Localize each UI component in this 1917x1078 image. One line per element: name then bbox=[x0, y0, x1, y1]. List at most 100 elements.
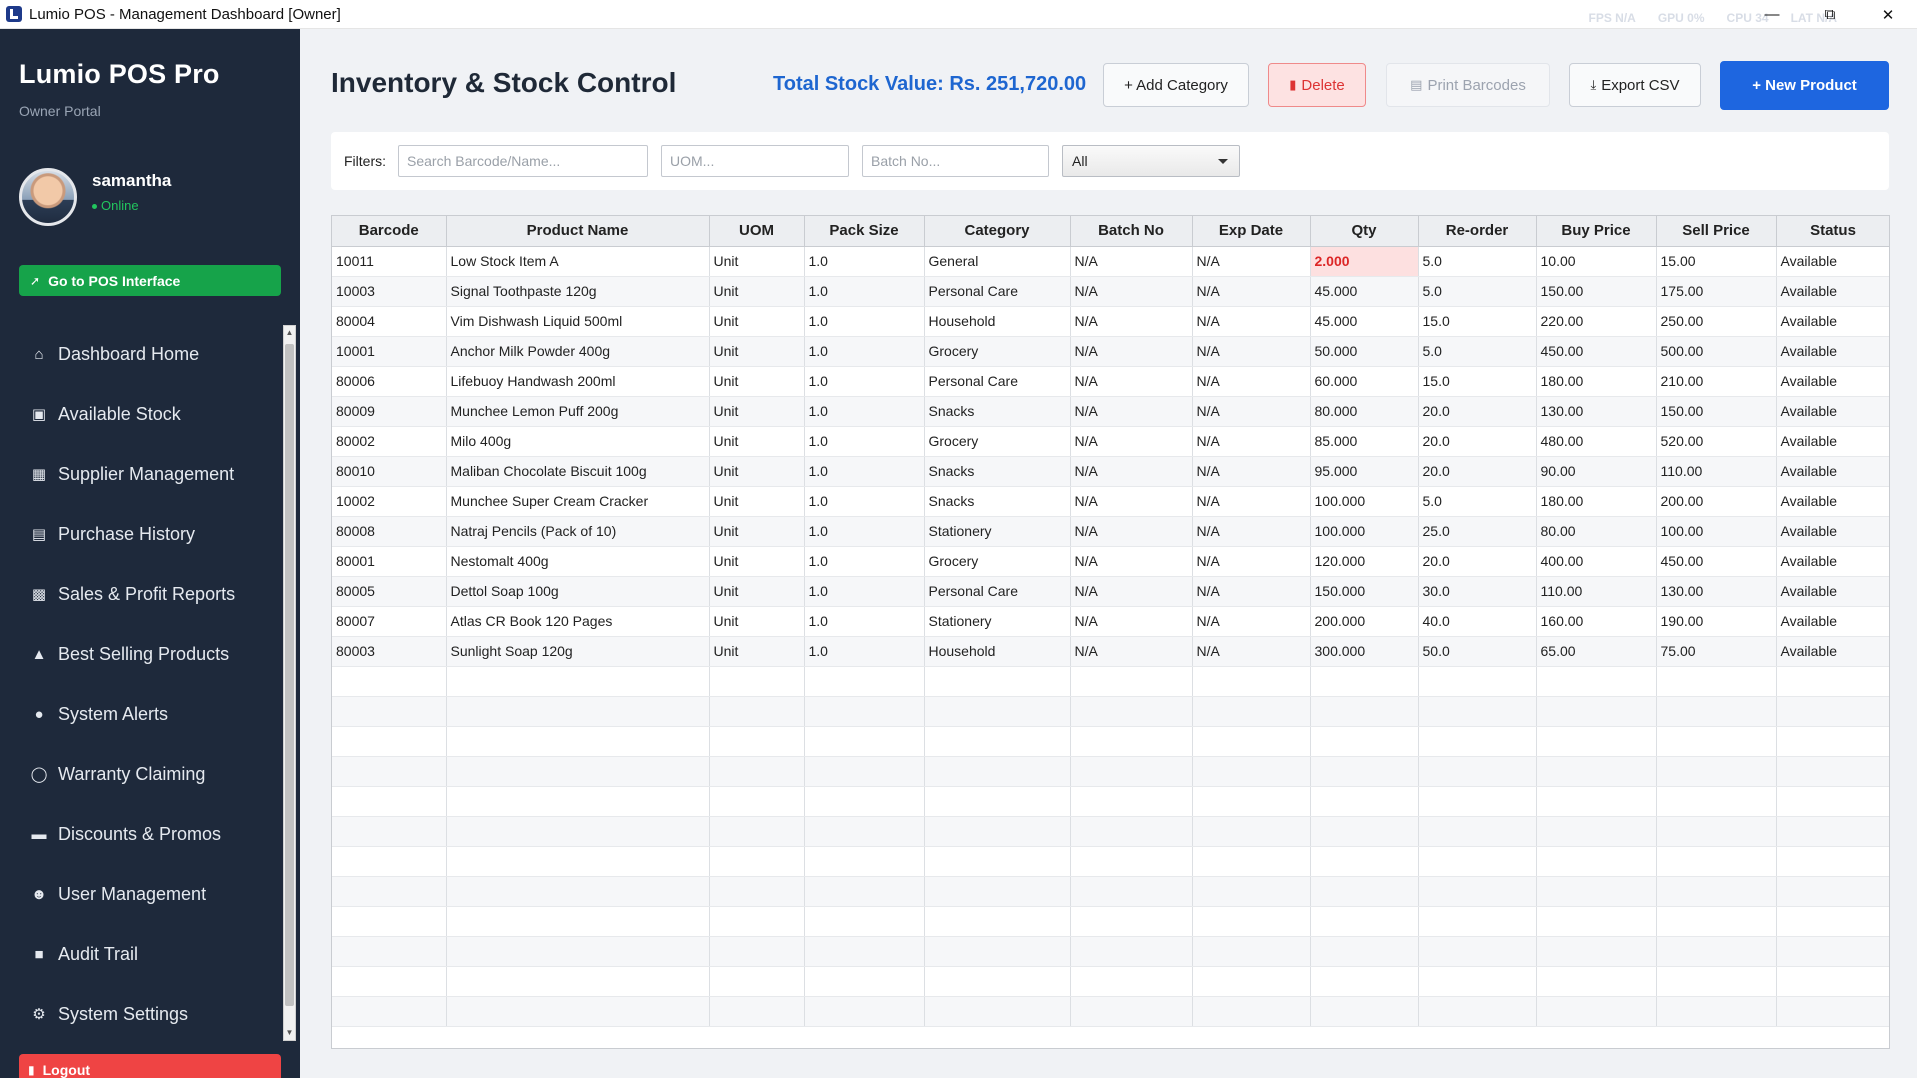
sidebar-item-dashboard-home[interactable]: ⌂ Dashboard Home bbox=[0, 324, 282, 384]
table-cell bbox=[1656, 666, 1777, 697]
table-row[interactable]: 80004 Vim Dishwash Liquid 500ml Unit 1.0 Hou… bbox=[332, 306, 1889, 337]
table-cell bbox=[804, 816, 925, 847]
sidebar-item-discounts-promos[interactable]: ▬ Discounts & Promos bbox=[0, 804, 282, 864]
table-cell bbox=[804, 846, 925, 877]
print-barcodes-button[interactable]: ▤ Print Barcodes bbox=[1386, 63, 1550, 107]
table-row[interactable]: 80009 Munchee Lemon Puff 200g Unit 1.0 Snack… bbox=[332, 396, 1889, 427]
new-product-button[interactable]: + New Product bbox=[1720, 61, 1889, 110]
table-row[interactable]: 80002 Milo 400g Unit 1.0 Grocery N/A N/A 85.000… bbox=[332, 426, 1889, 457]
column-header-reorder[interactable]: Re-order bbox=[1418, 216, 1537, 247]
table-cell: 5.0 bbox=[1418, 336, 1537, 367]
column-header-status[interactable]: Status bbox=[1776, 216, 1889, 247]
restore-button[interactable]: ⧉ bbox=[1801, 0, 1859, 29]
table-row[interactable]: 80008 Natraj Pencils (Pack of 10) Unit 1.0 S… bbox=[332, 516, 1889, 547]
table-cell: 190.00 bbox=[1656, 606, 1777, 637]
table-cell: 45.000 bbox=[1310, 276, 1419, 307]
sidebar-item-system-settings[interactable]: ⚙ System Settings bbox=[0, 984, 282, 1044]
column-header-exp-date[interactable]: Exp Date bbox=[1192, 216, 1311, 247]
table-cell: 150.000 bbox=[1310, 576, 1419, 607]
table-row[interactable]: 80007 Atlas CR Book 120 Pages Unit 1.0 Stati… bbox=[332, 606, 1889, 637]
sidebar-item-audit-trail[interactable]: ■ Audit Trail bbox=[0, 924, 282, 984]
table-cell: 65.00 bbox=[1536, 636, 1657, 667]
users-icon: ☻ bbox=[31, 885, 47, 903]
table-cell bbox=[446, 756, 710, 787]
table-cell: Anchor Milk Powder 400g bbox=[446, 336, 710, 367]
column-header-batch-no[interactable]: Batch No bbox=[1070, 216, 1193, 247]
table-cell: Available bbox=[1776, 576, 1889, 607]
column-header-buy-price[interactable]: Buy Price bbox=[1536, 216, 1657, 247]
table-cell bbox=[804, 936, 925, 967]
table-cell bbox=[1536, 936, 1657, 967]
table-cell: 300.000 bbox=[1310, 636, 1419, 667]
go-to-pos-label: Go to POS Interface bbox=[48, 272, 181, 289]
sidebar-item-user-management[interactable]: ☻ User Management bbox=[0, 864, 282, 924]
table-cell: Natraj Pencils (Pack of 10) bbox=[446, 516, 710, 547]
trophy-icon: ▲ bbox=[31, 645, 47, 663]
uom-filter-input[interactable] bbox=[661, 145, 849, 177]
user-name: samantha bbox=[92, 171, 172, 190]
add-category-button[interactable]: + Add Category bbox=[1103, 63, 1249, 107]
table-row[interactable]: 80010 Maliban Chocolate Biscuit 100g Unit 1… bbox=[332, 456, 1889, 487]
table-cell: Unit bbox=[709, 276, 805, 307]
sidebar-item-purchase-history[interactable]: ▤ Purchase History bbox=[0, 504, 282, 564]
column-header-category[interactable]: Category bbox=[924, 216, 1071, 247]
table-row[interactable]: 80003 Sunlight Soap 120g Unit 1.0 Household N… bbox=[332, 636, 1889, 667]
close-button[interactable]: ✕ bbox=[1859, 0, 1917, 29]
logout-button[interactable]: ▮ Logout bbox=[19, 1054, 281, 1078]
batch-filter-input[interactable] bbox=[862, 145, 1049, 177]
table-cell bbox=[924, 726, 1071, 757]
scroll-down-icon[interactable]: ▼ bbox=[284, 1026, 295, 1040]
table-cell: 5.0 bbox=[1418, 246, 1537, 277]
table-cell: 1.0 bbox=[804, 546, 925, 577]
export-csv-button[interactable]: ⤓ Export CSV bbox=[1569, 63, 1701, 107]
scroll-up-icon[interactable]: ▲ bbox=[284, 326, 295, 340]
table-row[interactable]: 10011 Low Stock Item A Unit 1.0 General N/A N/… bbox=[332, 246, 1889, 277]
sidebar-item-available-stock[interactable]: ▣ Available Stock bbox=[0, 384, 282, 444]
empty-table-row bbox=[332, 846, 1889, 877]
table-cell bbox=[1776, 696, 1889, 727]
table-cell: N/A bbox=[1070, 456, 1193, 487]
table-row[interactable]: 10001 Anchor Milk Powder 400g Unit 1.0 Groce… bbox=[332, 336, 1889, 367]
table-row[interactable]: 10002 Munchee Super Cream Cracker Unit 1.0 S… bbox=[332, 486, 1889, 517]
table-cell: 1.0 bbox=[804, 246, 925, 277]
table-row[interactable]: 10003 Signal Toothpaste 120g Unit 1.0 Person… bbox=[332, 276, 1889, 307]
table-cell: N/A bbox=[1070, 366, 1193, 397]
empty-table-row bbox=[332, 666, 1889, 697]
table-cell: N/A bbox=[1070, 306, 1193, 337]
minimize-button[interactable]: — bbox=[1743, 0, 1801, 29]
filter-bar: Filters: All bbox=[331, 132, 1889, 190]
sidebar-item-best-selling-products[interactable]: ▲ Best Selling Products bbox=[0, 624, 282, 684]
search-input[interactable] bbox=[398, 145, 648, 177]
table-cell bbox=[1536, 726, 1657, 757]
go-to-pos-button[interactable]: ➚ Go to POS Interface bbox=[19, 265, 281, 296]
category-filter-select[interactable]: All bbox=[1062, 145, 1240, 177]
table-row[interactable]: 80001 Nestomalt 400g Unit 1.0 Grocery N/A N/A 1… bbox=[332, 546, 1889, 577]
sidebar-item-sales-profit-reports[interactable]: ▩ Sales & Profit Reports bbox=[0, 564, 282, 624]
delete-button[interactable]: ▮ Delete bbox=[1268, 63, 1366, 107]
column-header-barcode[interactable]: Barcode bbox=[332, 216, 447, 247]
table-cell: Grocery bbox=[924, 546, 1071, 577]
sidebar-item-warranty-claiming[interactable]: ◯ Warranty Claiming bbox=[0, 744, 282, 804]
table-cell bbox=[1656, 996, 1777, 1027]
filters-label: Filters: bbox=[344, 153, 386, 169]
column-header-sell-price[interactable]: Sell Price bbox=[1656, 216, 1777, 247]
column-header-qty[interactable]: Qty bbox=[1310, 216, 1419, 247]
table-cell bbox=[1776, 786, 1889, 817]
sidebar-item-system-alerts[interactable]: ● System Alerts bbox=[0, 684, 282, 744]
table-cell: 80.000 bbox=[1310, 396, 1419, 427]
table-cell: 40.0 bbox=[1418, 606, 1537, 637]
sidebar-item-supplier-management[interactable]: ▦ Supplier Management bbox=[0, 444, 282, 504]
table-cell bbox=[924, 846, 1071, 877]
table-row[interactable]: 80006 Lifebuoy Handwash 200ml Unit 1.0 Perso… bbox=[332, 366, 1889, 397]
scrollbar-thumb[interactable] bbox=[285, 344, 294, 1006]
table-row[interactable]: 80005 Dettol Soap 100g Unit 1.0 Personal Car… bbox=[332, 576, 1889, 607]
column-header-product-name[interactable]: Product Name bbox=[446, 216, 710, 247]
table-cell bbox=[1536, 756, 1657, 787]
column-header-uom[interactable]: UOM bbox=[709, 216, 805, 247]
sidebar-scrollbar[interactable]: ▲ ▼ bbox=[283, 325, 296, 1041]
table-cell bbox=[1192, 906, 1311, 937]
table-cell: 1.0 bbox=[804, 516, 925, 547]
table-cell bbox=[924, 816, 1071, 847]
table-cell bbox=[1656, 696, 1777, 727]
column-header-pack-size[interactable]: Pack Size bbox=[804, 216, 925, 247]
